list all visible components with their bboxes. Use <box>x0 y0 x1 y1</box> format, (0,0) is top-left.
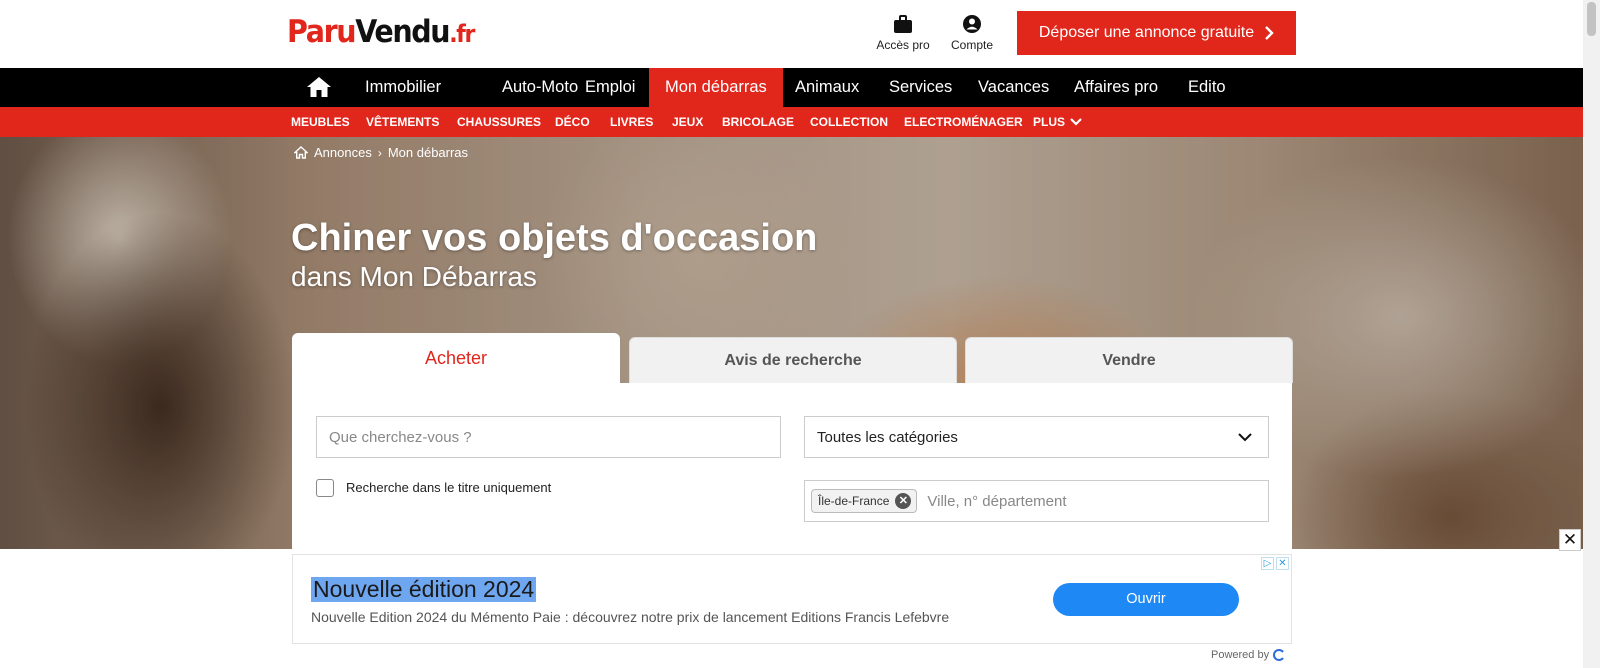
chevron-right-icon <box>1265 26 1274 40</box>
subnav-item-electromenager[interactable]: ELECTROMÉNAGER <box>904 107 1023 137</box>
search-query-input[interactable]: Que cherchez-vous ? <box>316 416 781 458</box>
ad-close-small-icon[interactable]: ✕ <box>1276 557 1289 570</box>
subnav-item-collection[interactable]: COLLECTION <box>810 107 888 137</box>
ad-choices-icon[interactable]: ▷ <box>1261 557 1274 570</box>
remove-location-icon[interactable]: ✕ <box>895 493 912 509</box>
briefcase-icon <box>894 15 912 33</box>
search-panel: Que cherchez-vous ? Toutes les catégorie… <box>292 383 1292 549</box>
breadcrumb-separator-icon: › <box>377 145 382 160</box>
breadcrumb-mon-debarras: Mon débarras <box>387 145 469 160</box>
location-chip: Île-de-France ✕ <box>811 489 918 513</box>
nav-item-affaires-pro[interactable]: Affaires pro <box>1058 68 1174 107</box>
subnav-item-jeux[interactable]: JEUX <box>672 107 703 137</box>
ad-open-button[interactable]: Ouvrir <box>1053 583 1239 616</box>
nav-item-edito[interactable]: Edito <box>1172 68 1242 107</box>
ad-banner-bar: ✕ ▷ ✕ Nouvelle édition 2024 Nouvelle Edi… <box>0 529 1583 668</box>
ad-choices[interactable]: ▷ ✕ <box>1261 557 1289 570</box>
compte-link[interactable]: Compte <box>942 14 1002 52</box>
subnav-item-bricolage[interactable]: BRICOLAGE <box>722 107 794 137</box>
subnav-item-livres[interactable]: LIVRES <box>610 107 653 137</box>
nav-item-vacances[interactable]: Vacances <box>962 68 1065 107</box>
acces-pro-label: Accès pro <box>876 38 930 52</box>
category-select[interactable]: Toutes les catégories <box>804 416 1269 458</box>
category-select-value: Toutes les catégories <box>817 428 958 446</box>
deposit-ad-label: Déposer une annonce gratuite <box>1038 24 1255 41</box>
home-icon[interactable] <box>306 76 332 98</box>
ad-network-logo-icon <box>1273 649 1284 661</box>
search-query-placeholder: Que cherchez-vous ? <box>329 428 472 446</box>
nav-item-immobilier[interactable]: Immobilier <box>349 68 457 107</box>
location-input[interactable]: Île-de-France ✕ Ville, n° département <box>804 480 1269 522</box>
site-header: ParuVendu.fr Accès pro Compte Déposer un… <box>0 0 1583 68</box>
tab-acheter[interactable]: Acheter <box>292 333 620 383</box>
category-subnav: MEUBLES VÊTEMENTS CHAUSSURES DÉCO LIVRES… <box>0 107 1583 137</box>
breadcrumb: Annonces › Mon débarras <box>294 145 468 160</box>
acces-pro-link[interactable]: Accès pro <box>873 14 933 52</box>
subnav-more[interactable]: PLUS <box>1033 107 1082 137</box>
subnav-item-vetements[interactable]: VÊTEMENTS <box>366 107 439 137</box>
hero-banner: Annonces › Mon débarras Chiner vos objet… <box>0 137 1583 549</box>
hero-subtitle: dans Mon Débarras <box>291 261 537 292</box>
nav-item-services[interactable]: Services <box>873 68 968 107</box>
hero-title: Chiner vos objets d'occasion <box>291 217 818 259</box>
page-scrollbar[interactable] <box>1583 0 1600 668</box>
scrollbar-thumb[interactable] <box>1587 2 1596 36</box>
title-only-label: Recherche dans le titre uniquement <box>346 480 552 495</box>
powered-by-label: Powered by <box>1211 649 1270 661</box>
tab-vendre[interactable]: Vendre <box>965 337 1293 383</box>
nav-item-mon-debarras[interactable]: Mon débarras <box>649 68 783 107</box>
tab-avis-de-recherche[interactable]: Avis de recherche <box>629 337 957 383</box>
powered-by: Powered by <box>1211 649 1285 661</box>
subnav-more-label: PLUS <box>1033 115 1066 129</box>
location-placeholder: Ville, n° département <box>927 492 1067 510</box>
main-nav: Immobilier Auto-Moto Emploi Mon débarras… <box>0 68 1583 107</box>
ad-description: Nouvelle Edition 2024 du Mémento Paie : … <box>311 609 950 625</box>
paruvendu-logo[interactable]: ParuVendu.fr <box>287 14 475 50</box>
close-ad-icon[interactable]: ✕ <box>1559 529 1581 551</box>
deposit-ad-button[interactable]: Déposer une annonce gratuite <box>1017 11 1296 55</box>
subnav-item-chaussures[interactable]: CHAUSSURES <box>457 107 541 137</box>
subnav-item-meubles[interactable]: MEUBLES <box>291 107 350 137</box>
subnav-item-deco[interactable]: DÉCO <box>555 107 590 137</box>
location-chip-label: Île-de-France <box>818 494 890 508</box>
ad-title[interactable]: Nouvelle édition 2024 <box>311 577 537 602</box>
title-only-checkbox[interactable] <box>316 479 334 497</box>
user-account-icon <box>963 15 981 33</box>
home-outline-icon[interactable] <box>294 146 308 159</box>
chevron-down-icon <box>1070 118 1082 126</box>
nav-item-emploi[interactable]: Emploi <box>569 68 651 107</box>
sponsored-ad[interactable]: ▷ ✕ Nouvelle édition 2024 Nouvelle Editi… <box>292 554 1292 644</box>
chevron-down-icon <box>1238 432 1252 441</box>
compte-label: Compte <box>950 38 994 52</box>
breadcrumb-annonces[interactable]: Annonces <box>314 145 372 160</box>
nav-item-animaux[interactable]: Animaux <box>779 68 875 107</box>
